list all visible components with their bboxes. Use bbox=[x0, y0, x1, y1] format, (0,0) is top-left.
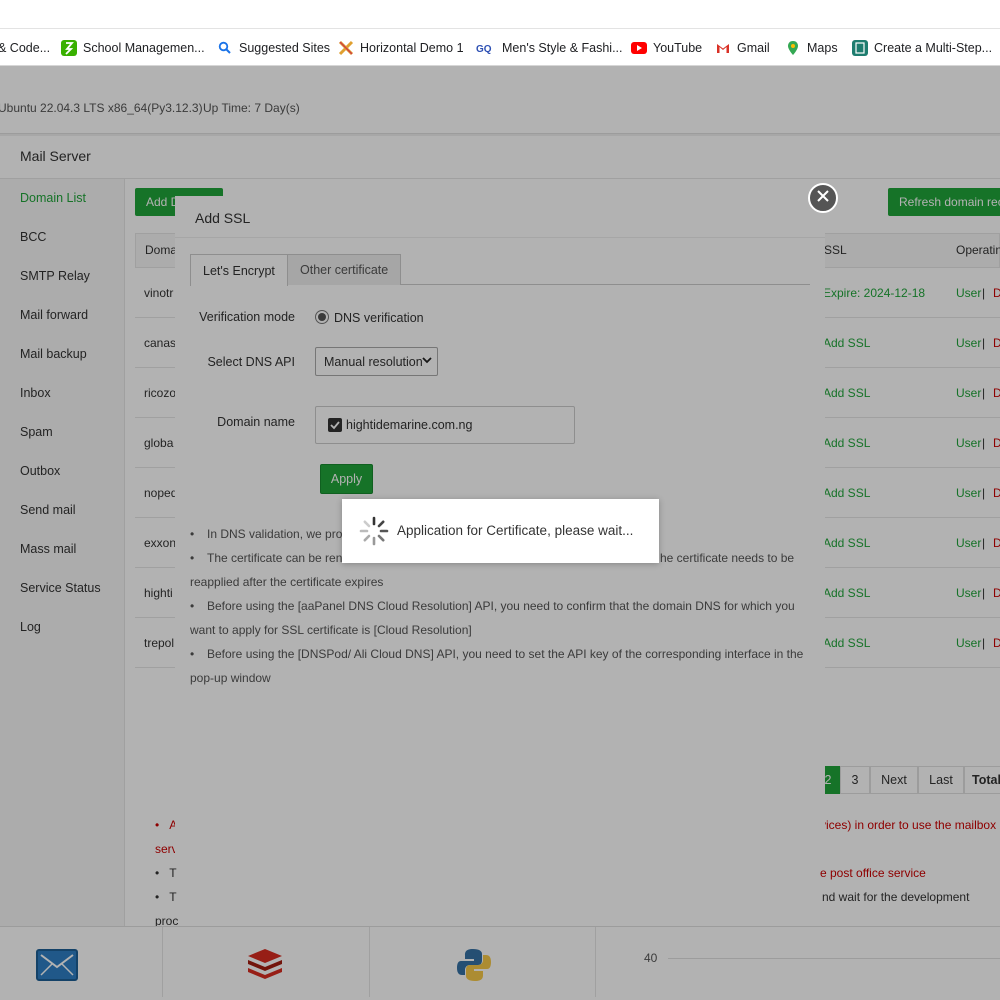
bookmarks-bar: & Code... School Managemen... Suggested … bbox=[0, 28, 1000, 66]
loading-dialog: Application for Certificate, please wait… bbox=[342, 499, 659, 563]
bookmark-multi-step[interactable]: Create a Multi-Step... bbox=[852, 29, 992, 65]
youtube-icon bbox=[631, 42, 647, 54]
svg-text:GQ: GQ bbox=[476, 44, 492, 55]
close-modal-button[interactable] bbox=[808, 183, 838, 213]
bookmark-mens-style[interactable]: GQ Men's Style & Fashi... bbox=[476, 29, 622, 65]
bookmark-school-management[interactable]: School Managemen... bbox=[61, 29, 205, 65]
browser-top-strip bbox=[0, 0, 1000, 28]
bookmark-horizontal-demo[interactable]: Horizontal Demo 1 bbox=[338, 29, 464, 65]
close-icon bbox=[817, 189, 829, 207]
bookmark-youtube[interactable]: YouTube bbox=[631, 29, 702, 65]
bookmark-suggested-sites[interactable]: Suggested Sites bbox=[217, 29, 330, 65]
school-icon bbox=[61, 40, 77, 56]
bookmark-maps[interactable]: Maps bbox=[785, 29, 838, 65]
search-icon bbox=[217, 40, 233, 56]
loading-message: Application for Certificate, please wait… bbox=[397, 523, 634, 538]
bookmark-gmail[interactable]: Gmail bbox=[715, 29, 770, 65]
gmail-icon bbox=[715, 40, 731, 56]
gq-icon: GQ bbox=[476, 40, 496, 56]
horizontal-demo-icon bbox=[338, 40, 354, 56]
loading-spinner-icon bbox=[358, 515, 390, 547]
maps-icon bbox=[785, 40, 801, 56]
bookmark-code[interactable]: & Code... bbox=[0, 29, 50, 65]
page-icon bbox=[852, 40, 868, 56]
